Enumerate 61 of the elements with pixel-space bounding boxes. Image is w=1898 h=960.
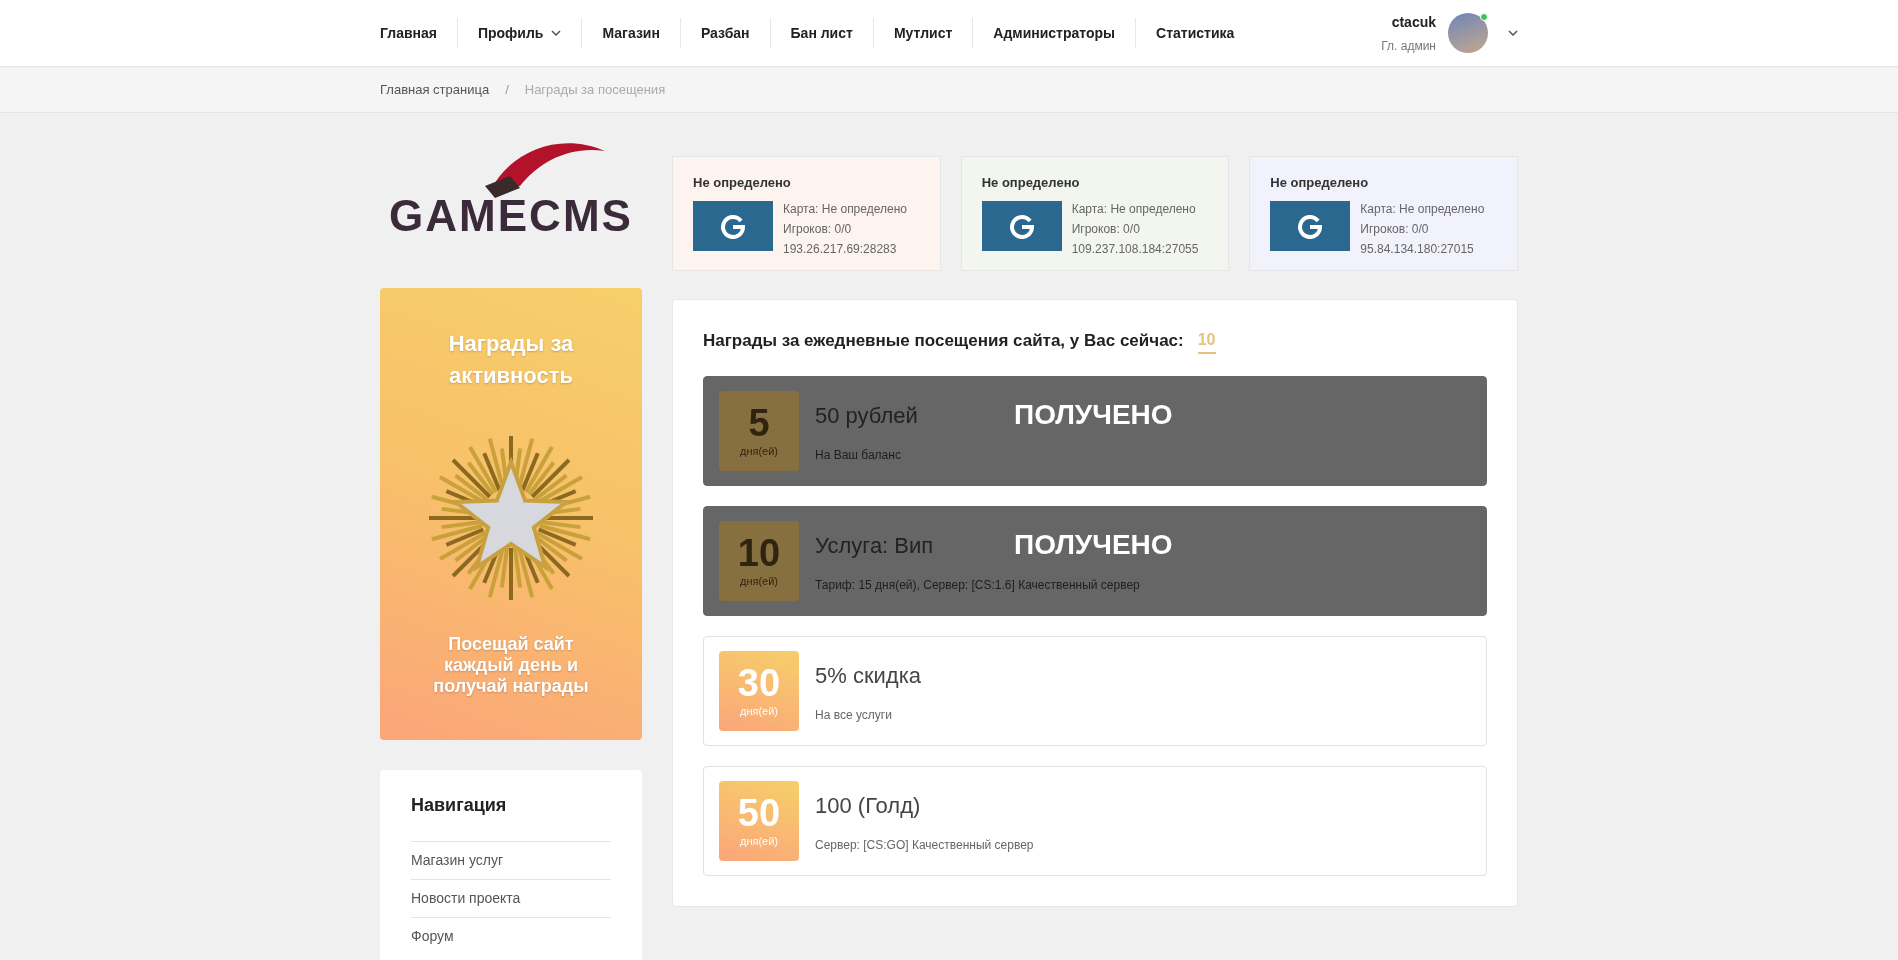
server-players: Игроков: 0/0 (1360, 220, 1430, 238)
server-card[interactable]: Не определено Карта: Не определено Игроков: 0/0 95.84.134.180:27015 (1249, 156, 1518, 271)
navigation-link[interactable]: Новости проекта (411, 888, 521, 909)
banner-title: Награды за активность (447, 330, 575, 390)
day-unit: дня(ей) (739, 573, 778, 589)
server-address: 109.237.108.184:27055 (1071, 240, 1199, 258)
nav-link[interactable]: Магазин (582, 22, 680, 44)
nav-link[interactable]: Профиль (457, 22, 582, 44)
rewards-title: Награды за ежедневные посещения сайта, у Вас сейчас: (703, 330, 1184, 353)
reward-name: 100 (Голд) (815, 791, 921, 820)
game-icon (1008, 212, 1035, 239)
reward-description: На все услуги (815, 706, 893, 724)
day-count: 30 (737, 662, 781, 703)
day-count: 10 (737, 532, 781, 573)
reward-name: 5% скидка (815, 661, 921, 690)
day-count: 5 (748, 402, 770, 443)
day-count: 50 (737, 792, 781, 833)
logo-text: GAMECMS (389, 189, 633, 242)
user-name: ctacuk (1391, 12, 1436, 32)
nav-link[interactable]: Мутлист (873, 22, 973, 44)
navigation-link[interactable]: Форум (411, 926, 454, 947)
day-unit: дня(ей) (739, 443, 778, 459)
reward-description: Сервер: [CS:GO] Качественный сервер (815, 836, 1034, 854)
received-label: ПОЛУЧЕНО (1014, 399, 1173, 431)
reward-description: Тариф: 15 дня(ей), Сервер: [CS:1.6] Качественный сервер (815, 576, 1140, 594)
reward-name: 50 рублей (815, 401, 918, 430)
server-map: Карта: Не определено (783, 200, 907, 218)
nav-link[interactable]: Бан лист (770, 22, 873, 44)
nav-link[interactable]: Главная (380, 22, 457, 44)
server-name: Не определено (1270, 174, 1370, 192)
breadcrumb-link[interactable]: Главная страница (380, 79, 490, 100)
game-icon (1297, 212, 1324, 239)
received-label: ПОЛУЧЕНО (1014, 529, 1173, 561)
server-map: Карта: Не определено (1071, 200, 1197, 218)
breadcrumb-current: Награды за посещения (524, 80, 666, 99)
site-logo[interactable]: GAMECMS (380, 143, 642, 258)
avatar[interactable] (1448, 13, 1488, 53)
visit-count: 10 (1197, 328, 1216, 354)
caret-icon (1508, 30, 1518, 36)
nav-link[interactable]: Разбан (680, 22, 770, 44)
day-unit: дня(ей) (739, 833, 778, 849)
reward-name: Услуга: Вип (815, 531, 934, 560)
day-unit: дня(ей) (739, 703, 778, 719)
banner-subtitle: Посещай сайт каждый день и получай награды (432, 634, 590, 697)
navigation-link[interactable]: Магазин услуг (411, 850, 503, 871)
breadcrumb-separator: / (505, 80, 509, 99)
nav-link[interactable]: Статистика (1136, 22, 1255, 44)
server-name: Не определено (693, 174, 792, 192)
server-card[interactable]: Не определено Карта: Не определено Игроков: 0/0 109.237.108.184:27055 (960, 156, 1230, 271)
server-name: Не определено (981, 174, 1081, 192)
navigation-title: Навигация (411, 794, 508, 817)
server-map: Карта: Не определено (1360, 200, 1485, 218)
server-address: 95.84.134.180:27015 (1360, 240, 1475, 258)
server-card[interactable]: Не определено Карта: Не определено Игроков: 0/0 193.26.217.69:28283 (672, 156, 941, 271)
game-icon (720, 212, 746, 239)
user-role: Гл. админ (1381, 37, 1436, 55)
server-address: 193.26.217.69:28283 (783, 240, 898, 258)
server-players: Игроков: 0/0 (1071, 220, 1141, 238)
nav-link[interactable]: Администраторы (973, 22, 1136, 44)
server-players: Игроков: 0/0 (783, 220, 853, 238)
reward-description: На Ваш баланс (815, 446, 902, 464)
